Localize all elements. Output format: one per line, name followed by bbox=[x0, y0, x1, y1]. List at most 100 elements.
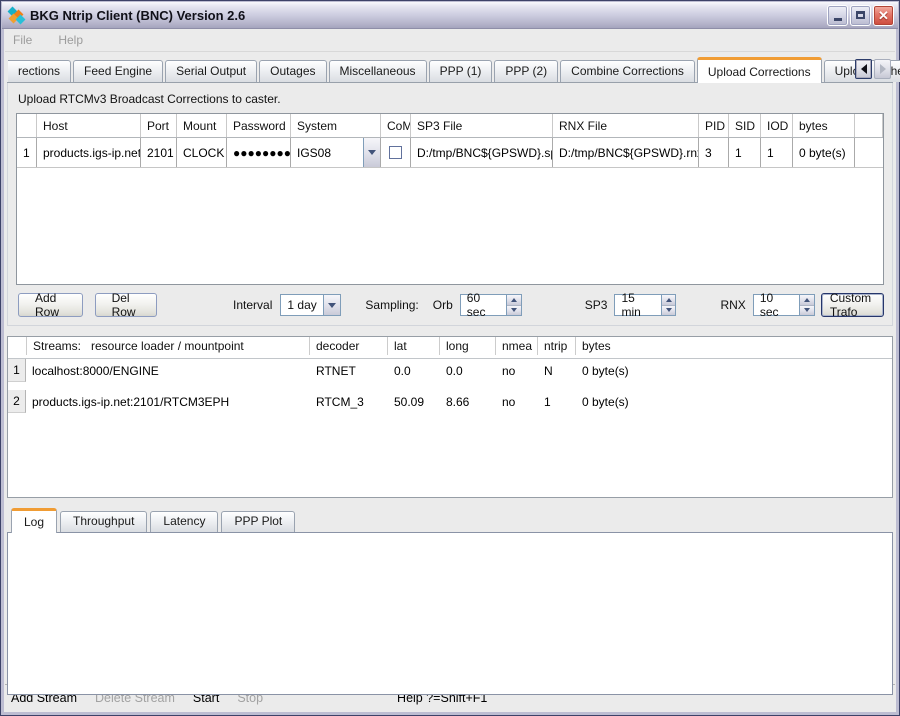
upload-table-row[interactable]: 1 products.igs-ip.net 2101 CLOCK ●●●●●●●… bbox=[17, 138, 883, 168]
tab-log[interactable]: Log bbox=[11, 508, 57, 533]
col-stream-bytes[interactable]: bytes bbox=[576, 337, 892, 355]
menu-file[interactable]: File bbox=[13, 33, 32, 47]
main-content: rections Feed Engine Serial Output Outag… bbox=[5, 57, 895, 695]
sp3-value: 15 min bbox=[615, 295, 660, 315]
chevron-down-icon bbox=[328, 303, 336, 308]
mountpoint-cell[interactable]: localhost:8000/ENGINE bbox=[26, 359, 310, 382]
del-row-button[interactable]: Del Row bbox=[95, 293, 157, 317]
rnx-spin-buttons[interactable] bbox=[799, 295, 814, 315]
col-sid[interactable]: SID bbox=[729, 114, 761, 137]
iod-cell[interactable]: 1 bbox=[761, 138, 793, 167]
streams-header-filler bbox=[8, 355, 26, 359]
decoder-cell[interactable]: RTNET bbox=[310, 359, 388, 382]
col-mountpoint[interactable]: Streams: resource loader / mountpoint bbox=[26, 337, 310, 355]
pid-cell[interactable]: 3 bbox=[699, 138, 729, 167]
decoder-cell[interactable]: RTCM_3 bbox=[310, 390, 388, 413]
col-ntrip[interactable]: ntrip bbox=[538, 337, 576, 355]
long-cell[interactable]: 0.0 bbox=[440, 359, 496, 382]
host-cell[interactable]: products.igs-ip.net bbox=[37, 138, 141, 167]
sp3-file-cell[interactable]: D:/tmp/BNC${GPSWD}.sp3 bbox=[411, 138, 553, 167]
col-pid[interactable]: PID bbox=[699, 114, 729, 137]
col-lat[interactable]: lat bbox=[388, 337, 440, 355]
interval-label: Interval bbox=[233, 298, 272, 312]
password-cell[interactable]: ●●●●●●●● bbox=[227, 138, 291, 167]
tab-upload-corrections[interactable]: Upload Corrections bbox=[697, 57, 822, 83]
system-cell[interactable]: IGS08 bbox=[291, 138, 381, 167]
col-nmea[interactable]: nmea bbox=[496, 337, 538, 355]
com-checkbox[interactable] bbox=[389, 146, 402, 159]
ntrip-cell[interactable]: 1 bbox=[538, 390, 576, 413]
interval-select[interactable]: 1 day bbox=[280, 294, 341, 316]
sp3-spin-buttons[interactable] bbox=[661, 295, 676, 315]
tab-scroll-right-button[interactable] bbox=[874, 59, 891, 79]
col-port[interactable]: Port bbox=[141, 114, 177, 137]
log-tab-strip: Log Throughput Latency PPP Plot bbox=[7, 507, 893, 532]
long-cell[interactable]: 8.66 bbox=[440, 390, 496, 413]
col-system[interactable]: System bbox=[291, 114, 381, 137]
orb-spin-buttons[interactable] bbox=[506, 295, 521, 315]
col-com[interactable]: CoM bbox=[381, 114, 411, 137]
mount-cell[interactable]: CLOCK bbox=[177, 138, 227, 167]
col-password[interactable]: Password bbox=[227, 114, 291, 137]
upload-corrections-panel: Upload RTCMv3 Broadcast Corrections to c… bbox=[7, 83, 893, 326]
col-iod[interactable]: IOD bbox=[761, 114, 793, 137]
rnx-spinbox[interactable]: 10 sec bbox=[753, 294, 815, 316]
sid-cell[interactable]: 1 bbox=[729, 138, 761, 167]
bytes-cell: 0 byte(s) bbox=[576, 390, 892, 413]
col-host[interactable]: Host bbox=[37, 114, 141, 137]
spin-up-icon[interactable] bbox=[507, 295, 521, 306]
tab-outages[interactable]: Outages bbox=[259, 60, 326, 82]
tab-feed-engine[interactable]: Feed Engine bbox=[73, 60, 163, 82]
close-button[interactable]: ✕ bbox=[873, 5, 894, 26]
lat-cell[interactable]: 50.09 bbox=[388, 390, 440, 413]
sampling-label: Sampling: bbox=[365, 298, 418, 312]
rnx-file-cell[interactable]: D:/tmp/BNC${GPSWD}.rnx bbox=[553, 138, 699, 167]
tab-ppp-2[interactable]: PPP (2) bbox=[494, 60, 558, 82]
spin-down-icon[interactable] bbox=[662, 306, 676, 316]
maximize-button[interactable] bbox=[850, 5, 871, 26]
stream-row[interactable]: 2 products.igs-ip.net:2101/RTCM3EPH RTCM… bbox=[8, 390, 892, 421]
tab-serial-output[interactable]: Serial Output bbox=[165, 60, 257, 82]
tab-ppp-1[interactable]: PPP (1) bbox=[429, 60, 493, 82]
tab-ppp-plot[interactable]: PPP Plot bbox=[221, 511, 295, 532]
log-output-area[interactable] bbox=[7, 532, 893, 695]
col-bytes[interactable]: bytes bbox=[793, 114, 855, 137]
upload-table-header: Host Port Mount Password System CoM SP3 … bbox=[17, 114, 883, 138]
menu-help[interactable]: Help bbox=[58, 33, 83, 47]
streams-table: Streams: resource loader / mountpoint de… bbox=[7, 336, 893, 498]
spin-down-icon[interactable] bbox=[507, 306, 521, 316]
col-long[interactable]: long bbox=[440, 337, 496, 355]
tab-combine-corrections[interactable]: Combine Corrections bbox=[560, 60, 695, 82]
tab-miscellaneous[interactable]: Miscellaneous bbox=[329, 60, 427, 82]
ntrip-cell[interactable]: N bbox=[538, 359, 576, 382]
tab-latency[interactable]: Latency bbox=[150, 511, 218, 532]
col-sp3-file[interactable]: SP3 File bbox=[411, 114, 553, 137]
title-bar[interactable]: BKG Ntrip Client (BNC) Version 2.6 ✕ bbox=[2, 2, 898, 29]
spin-up-icon[interactable] bbox=[662, 295, 676, 306]
tab-scroll-buttons bbox=[855, 59, 891, 79]
add-row-button[interactable]: Add Row bbox=[18, 293, 83, 317]
stream-row-filler bbox=[8, 413, 26, 421]
interval-dropdown-button[interactable] bbox=[323, 295, 340, 315]
tab-throughput[interactable]: Throughput bbox=[60, 511, 147, 532]
spin-down-icon[interactable] bbox=[800, 306, 814, 316]
sp3-spinbox[interactable]: 15 min bbox=[614, 294, 676, 316]
minimize-button[interactable] bbox=[827, 5, 848, 26]
tab-broadcast-corrections[interactable]: rections bbox=[8, 60, 71, 82]
custom-trafo-button[interactable]: Custom Trafo bbox=[821, 293, 884, 317]
nmea-cell[interactable]: no bbox=[496, 359, 538, 382]
lat-cell[interactable]: 0.0 bbox=[388, 359, 440, 382]
orb-spinbox[interactable]: 60 sec bbox=[460, 294, 522, 316]
streams-header-corner bbox=[8, 337, 26, 355]
col-rnx-file[interactable]: RNX File bbox=[553, 114, 699, 137]
tab-scroll-left-button[interactable] bbox=[855, 59, 872, 79]
mountpoint-cell[interactable]: products.igs-ip.net:2101/RTCM3EPH bbox=[26, 390, 310, 413]
stream-row[interactable]: 1 localhost:8000/ENGINE RTNET 0.0 0.0 no… bbox=[8, 359, 892, 390]
row-number: 2 bbox=[8, 390, 26, 413]
spin-up-icon[interactable] bbox=[800, 295, 814, 306]
nmea-cell[interactable]: no bbox=[496, 390, 538, 413]
col-decoder[interactable]: decoder bbox=[310, 337, 388, 355]
system-dropdown-button[interactable] bbox=[363, 138, 380, 167]
port-cell[interactable]: 2101 bbox=[141, 138, 177, 167]
col-mount[interactable]: Mount bbox=[177, 114, 227, 137]
